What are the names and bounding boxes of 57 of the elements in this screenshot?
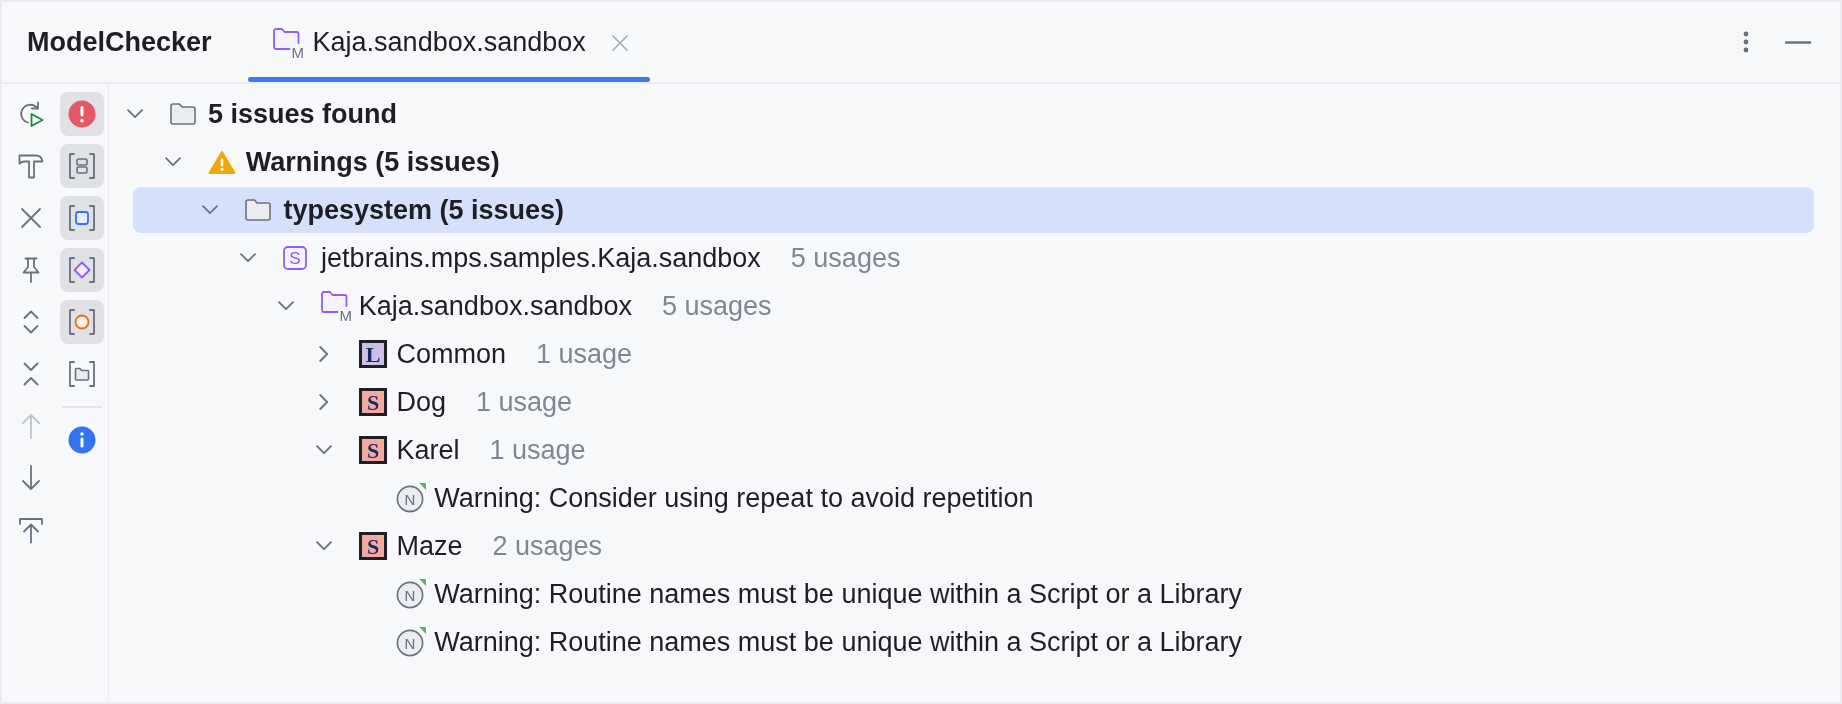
more-icon[interactable] bbox=[1743, 31, 1749, 53]
info-icon bbox=[68, 426, 96, 454]
tree-item[interactable]: Warnings (5 issues) bbox=[164, 139, 500, 185]
letter-tile-icon: L bbox=[358, 340, 387, 368]
letter-tile-icon: S bbox=[358, 532, 387, 560]
letter-tile-icon: S bbox=[358, 388, 387, 416]
tree-item[interactable]: S Karel 1 usage bbox=[315, 427, 586, 473]
usage-count: 5 usages bbox=[662, 290, 772, 322]
usage-count: 1 usage bbox=[489, 434, 586, 466]
hammer-icon[interactable] bbox=[17, 152, 45, 180]
chevron-right-icon[interactable] bbox=[318, 394, 329, 410]
minimize-icon[interactable] bbox=[1785, 40, 1811, 44]
chevron-down-icon[interactable] bbox=[315, 541, 332, 551]
square-icon bbox=[68, 204, 96, 232]
usage-count: 2 usages bbox=[492, 530, 603, 562]
chevron-down-icon[interactable] bbox=[202, 205, 219, 215]
chevron-right-icon[interactable] bbox=[318, 346, 329, 362]
file-tab[interactable]: M Kaja.sandbox.sandbox bbox=[247, 2, 650, 82]
usage-count: 5 usages bbox=[790, 242, 901, 274]
folder-icon bbox=[245, 199, 272, 221]
chevron-down-icon[interactable] bbox=[277, 301, 294, 311]
folder-icon bbox=[170, 103, 196, 125]
stacked-boxes-icon bbox=[68, 152, 96, 180]
tree-item[interactable]: S Dog 1 usage bbox=[315, 379, 573, 425]
chevron-down-icon[interactable] bbox=[127, 109, 143, 119]
error-icon bbox=[68, 100, 96, 128]
usage-count: 1 usage bbox=[536, 338, 633, 370]
warning-icon bbox=[207, 149, 236, 175]
chevron-down-icon[interactable] bbox=[240, 253, 257, 263]
filter-toggle[interactable] bbox=[60, 144, 104, 188]
chevron-down-icon[interactable] bbox=[315, 445, 332, 455]
tree-item[interactable]: typesystem (5 issues) bbox=[133, 187, 1814, 233]
circle-icon bbox=[68, 308, 96, 336]
letter-tile-icon: S bbox=[358, 436, 387, 464]
tree-item[interactable]: M Kaja.sandbox.sandbox 5 usages bbox=[277, 283, 772, 329]
diamond-icon bbox=[68, 256, 96, 284]
filter-toggle[interactable] bbox=[60, 196, 104, 240]
letter-circle-icon: N bbox=[396, 579, 427, 609]
filter-toggle[interactable] bbox=[60, 248, 104, 292]
filter-toggle[interactable] bbox=[60, 300, 104, 344]
tree-item[interactable]: 5 issues found bbox=[127, 91, 398, 137]
tree-item[interactable]: N Warning: Consider using repeat to avoid repetition bbox=[396, 475, 1034, 521]
folder-icon bbox=[68, 360, 96, 388]
letter-circle-icon: N bbox=[396, 483, 427, 513]
tree-item[interactable]: N Warning: Routine names must be unique within a Script or a Library bbox=[396, 571, 1243, 617]
letter-square-icon: S bbox=[283, 246, 308, 270]
panel-title: ModelChecker bbox=[27, 26, 212, 58]
tree-item[interactable]: S Maze 2 usages bbox=[315, 523, 603, 569]
tree-item[interactable]: S jetbrains.mps.samples.Kaja.sandbox 5 usages bbox=[240, 235, 901, 281]
rerun-icon[interactable] bbox=[17, 100, 45, 128]
usage-count: 1 usage bbox=[476, 386, 573, 418]
chevron-down-icon[interactable] bbox=[164, 157, 181, 167]
letter-circle-icon: N bbox=[396, 627, 427, 657]
tree-item[interactable]: L Common 1 usage bbox=[315, 331, 633, 377]
tree-item[interactable]: N Warning: Routine names must be unique within a Script or a Library bbox=[396, 619, 1243, 665]
export-icon[interactable] bbox=[17, 516, 45, 544]
filter-toggle[interactable] bbox=[60, 92, 104, 136]
